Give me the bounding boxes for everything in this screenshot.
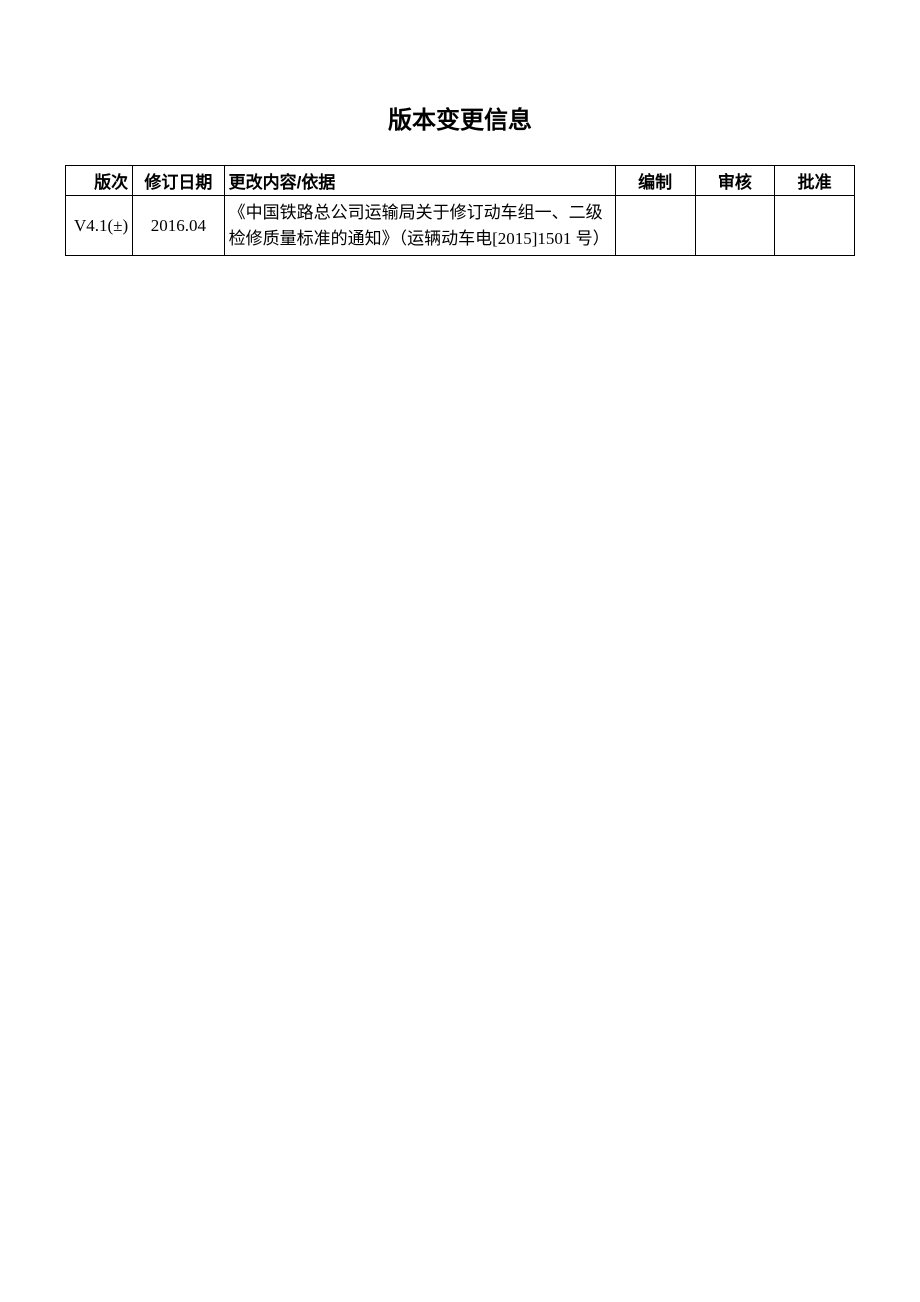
cell-prepare	[615, 196, 695, 256]
page-title: 版本变更信息	[65, 100, 855, 135]
version-change-table: 版次 修订日期 更改内容/依据 编制 审核 批准 V4.1(±) 2016.04…	[65, 165, 855, 256]
table-row: V4.1(±) 2016.04 《中国铁路总公司运输局关于修订动车组一、二级检修…	[66, 196, 855, 256]
header-content: 更改内容/依据	[224, 166, 615, 196]
cell-approve	[775, 196, 855, 256]
cell-content: 《中国铁路总公司运输局关于修订动车组一、二级检修质量标准的通知》（运辆动车电[2…	[224, 196, 615, 256]
header-date: 修订日期	[133, 166, 224, 196]
cell-version: V4.1(±)	[66, 196, 133, 256]
header-approve: 批准	[775, 166, 855, 196]
header-version: 版次	[66, 166, 133, 196]
cell-date: 2016.04	[133, 196, 224, 256]
table-header-row: 版次 修订日期 更改内容/依据 编制 审核 批准	[66, 166, 855, 196]
cell-review	[695, 196, 775, 256]
header-prepare: 编制	[615, 166, 695, 196]
header-review: 审核	[695, 166, 775, 196]
